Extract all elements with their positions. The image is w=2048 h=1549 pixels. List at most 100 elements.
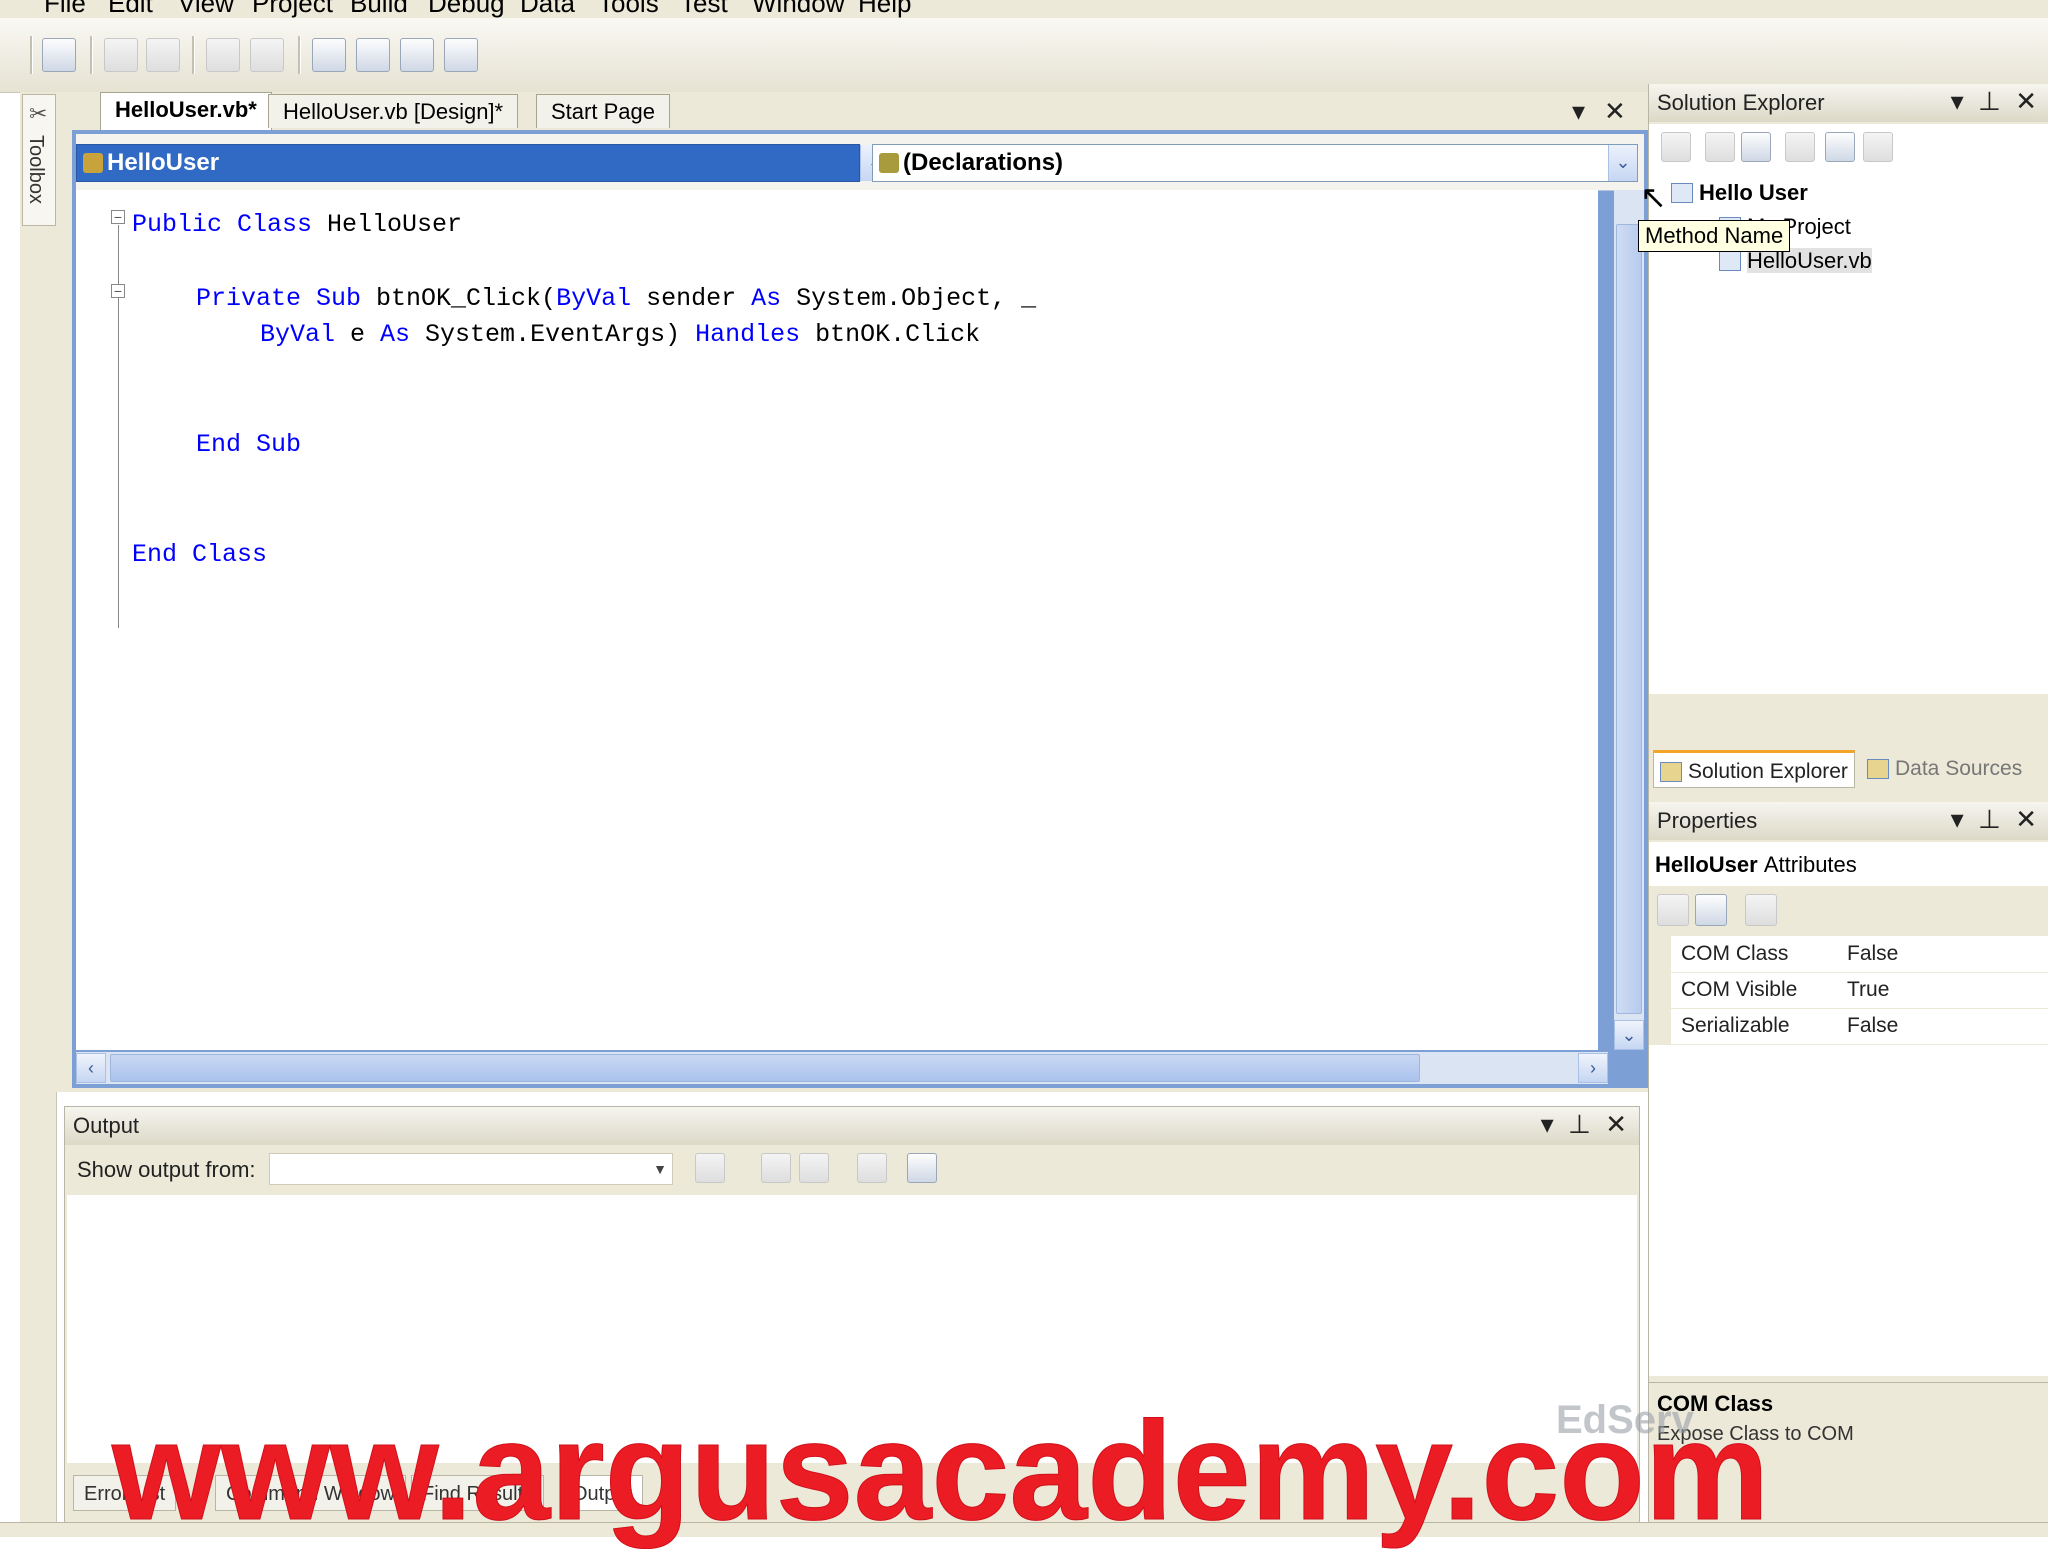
tab-hellouser-vb[interactable]: HelloUser.vb* [100,92,272,130]
tab-solution-explorer[interactable]: Solution Explorer [1653,750,1855,788]
class-name-combo[interactable]: HelloUser ⌄ [76,144,889,182]
property-pages-icon[interactable] [1745,894,1777,926]
method-name-combo[interactable]: (Declarations) ⌄ [872,144,1638,182]
toolbar-separator [192,36,195,74]
method-name-tooltip: Method Name [1638,220,1791,252]
collapse-icon[interactable]: − [111,210,125,224]
table-icon[interactable] [400,38,434,72]
dropdown-icon[interactable]: ▾ [1951,804,1964,834]
property-name: COM Class [1681,942,1789,965]
output-toolbar: Show output from: ▼ [65,1147,1639,1191]
tree-item-project[interactable]: Hello User [1671,180,1808,206]
tab-dropdown-icon[interactable]: ▾ [1572,96,1585,127]
show-all-files-icon[interactable] [1705,132,1735,162]
scroll-down-icon[interactable]: ⌄ [1614,1020,1644,1050]
code-text: btnOK_Click( [361,284,557,313]
property-row[interactable]: Serializable False [1649,1008,2048,1045]
property-value[interactable]: False [1847,942,1898,966]
menu-file[interactable]: File [44,0,86,18]
redo-icon[interactable] [146,38,180,72]
menu-window[interactable]: Window [752,0,844,18]
close-icon[interactable]: ✕ [1604,96,1626,127]
scroll-thumb[interactable] [1616,224,1642,1014]
menu-data[interactable]: Data [520,0,575,18]
property-value[interactable]: False [1847,1014,1898,1038]
tab-data-sources[interactable]: Data Sources [1861,750,2028,788]
row-gutter [1649,936,1671,972]
add-item-icon[interactable] [356,38,390,72]
toolbar-separator [30,36,33,74]
toolbar-separator [298,36,301,74]
watermark-url: www.argusacademy.com [111,1392,1770,1549]
menu-build[interactable]: Build [350,0,408,18]
undo-icon[interactable] [104,38,138,72]
close-icon[interactable]: ✕ [2015,86,2037,116]
panel-controls: ▾ ⊥ ✕ [1541,1109,1627,1140]
pin-icon[interactable]: ⊥ [1978,86,2001,116]
step-icon[interactable] [250,38,284,72]
tab-start-page[interactable]: Start Page [536,94,670,128]
new-project-icon[interactable] [42,38,76,72]
form-file-icon [1719,251,1741,271]
menu-edit[interactable]: Edit [108,0,153,18]
collapse-icon[interactable]: − [111,284,125,298]
close-icon[interactable]: ✕ [1605,1109,1627,1139]
start-icon[interactable] [206,38,240,72]
class-diagram-icon[interactable] [1863,132,1893,162]
form-icon[interactable] [312,38,346,72]
vertical-scrollbar[interactable]: ⌄ [1614,190,1644,1050]
pin-icon[interactable]: ⊥ [1568,1109,1591,1139]
code-keyword: Handles [695,320,801,349]
menu-test[interactable]: Test [680,0,728,18]
dropdown-icon[interactable]: ▾ [1541,1109,1554,1139]
method-name-value: (Declarations) [903,149,1064,176]
chevron-down-icon[interactable]: ⌄ [1608,145,1637,181]
row-gutter [1649,1008,1671,1044]
property-value[interactable]: True [1847,978,1889,1002]
view-code-icon[interactable] [1785,132,1815,162]
tab-hellouser-design[interactable]: HelloUser.vb [Design]* [268,94,519,128]
prev-message-icon[interactable] [761,1153,791,1183]
view-designer-icon[interactable] [1825,132,1855,162]
code-text-area[interactable]: − − Public Class HelloUser Private Sub b… [76,190,1598,1050]
properties-object-select[interactable]: HelloUser Attributes [1649,842,2048,887]
code-line: End Sub [196,430,301,459]
menu-view[interactable]: View [178,0,234,18]
toolbox-strip: ✂ Toolbox [20,92,57,1522]
menu-tools[interactable]: Tools [598,0,659,18]
toolbox-tab[interactable]: ✂ Toolbox [22,94,56,226]
chevron-down-icon[interactable]: ▼ [650,1156,670,1182]
categorized-icon[interactable] [1657,894,1689,926]
next-message-icon[interactable] [799,1153,829,1183]
refresh-icon[interactable] [1741,132,1771,162]
code-keyword: ByVal [556,284,632,313]
horizontal-scrollbar[interactable]: ‹ › [76,1052,1608,1084]
scroll-right-icon[interactable]: › [1578,1053,1608,1083]
property-row[interactable]: COM Class False [1649,936,2048,973]
panel-controls: ▾ ⊥ ✕ [1951,804,2037,835]
menu-project[interactable]: Project [252,0,333,18]
scroll-thumb[interactable] [110,1054,1420,1082]
properties-icon[interactable] [1661,132,1691,162]
menu-debug[interactable]: Debug [428,0,505,18]
clear-all-icon[interactable] [857,1153,887,1183]
document-well: HelloUser.vb* HelloUser.vb [Design]* Sta… [56,92,1656,1092]
solution-explorer-icon [1660,762,1682,782]
overflow-icon[interactable] [444,38,478,72]
close-icon[interactable]: ✕ [2015,804,2037,834]
alphabetical-icon[interactable] [1695,894,1727,926]
dropdown-icon[interactable]: ▾ [1951,86,1964,116]
pin-icon[interactable]: ⊥ [1978,804,2001,834]
toolbar-separator [90,36,93,74]
show-output-select[interactable]: ▼ [269,1153,673,1185]
tree-item-label: Hello User [1699,180,1808,205]
goto-icon[interactable] [695,1153,725,1183]
show-output-label: Show output from: [77,1157,256,1182]
solution-explorer-tabs: Solution Explorer Data Sources [1649,744,2048,792]
menu-help[interactable]: Help [858,0,911,18]
code-keyword: As [380,320,411,349]
scroll-left-icon[interactable]: ‹ [76,1053,106,1083]
property-row[interactable]: COM Visible True [1649,972,2048,1009]
standard-toolbar [0,18,2048,93]
word-wrap-icon[interactable] [907,1153,937,1183]
